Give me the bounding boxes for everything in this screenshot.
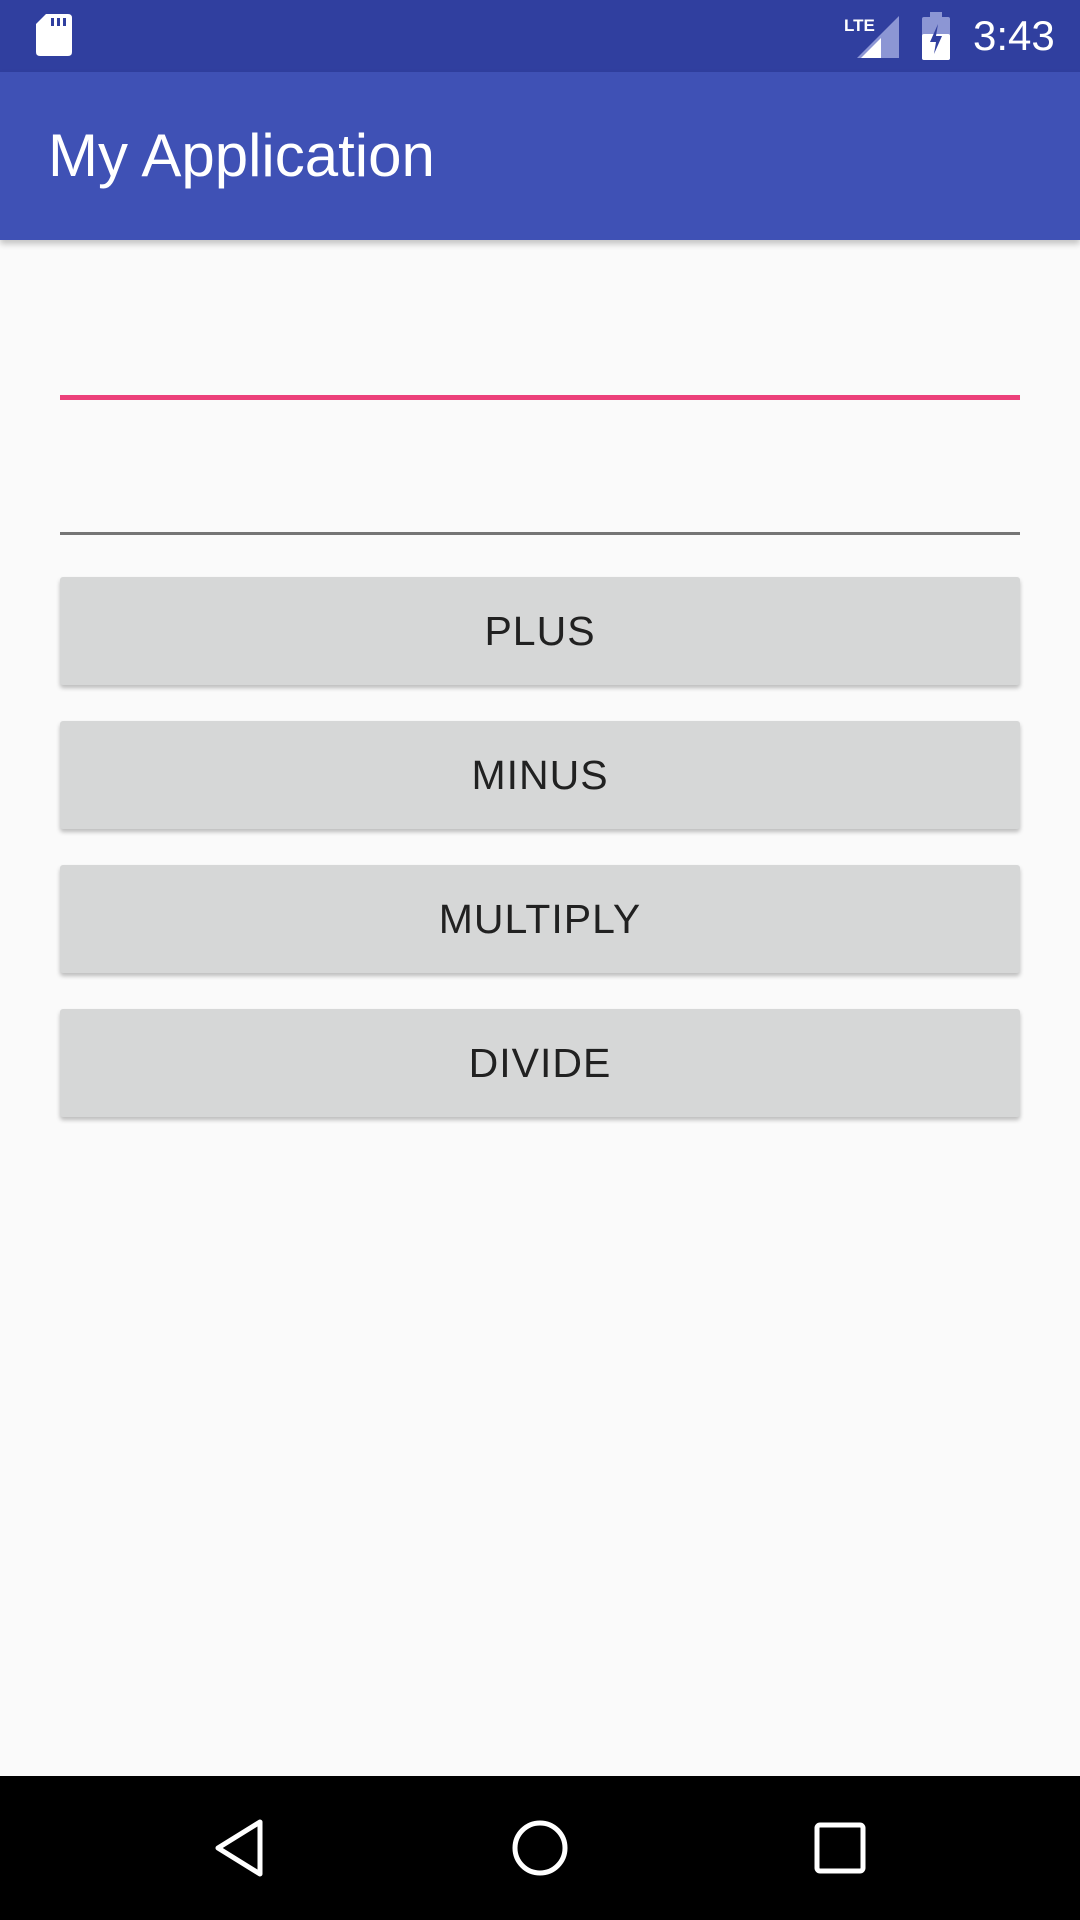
navigation-bar — [0, 1776, 1080, 1920]
divide-button[interactable]: DIVIDE — [60, 1009, 1020, 1117]
status-bar: LTE 3:43 — [0, 0, 1080, 72]
plus-button-label: PLUS — [484, 607, 596, 654]
multiply-button-label: MULTIPLY — [438, 895, 642, 942]
minus-button-label: MINUS — [471, 751, 609, 798]
plus-button[interactable]: PLUS — [60, 577, 1020, 685]
sd-card-icon — [36, 14, 72, 56]
battery-charging-icon — [922, 12, 950, 60]
status-clock: 3:43 — [973, 12, 1055, 59]
first-number-field[interactable] — [60, 310, 1020, 400]
home-icon[interactable] — [510, 1818, 570, 1878]
back-icon[interactable] — [210, 1818, 270, 1878]
second-number-field[interactable] — [60, 445, 1020, 535]
divide-button-label: DIVIDE — [468, 1039, 612, 1086]
app-title: My Application — [48, 122, 435, 189]
recents-icon[interactable] — [810, 1818, 870, 1878]
minus-button[interactable]: MINUS — [60, 721, 1020, 829]
lte-signal-icon: LTE — [844, 16, 899, 58]
svg-text:LTE: LTE — [844, 16, 875, 35]
app-bar: My Application — [0, 72, 1080, 240]
multiply-button[interactable]: MULTIPLY — [60, 865, 1020, 973]
